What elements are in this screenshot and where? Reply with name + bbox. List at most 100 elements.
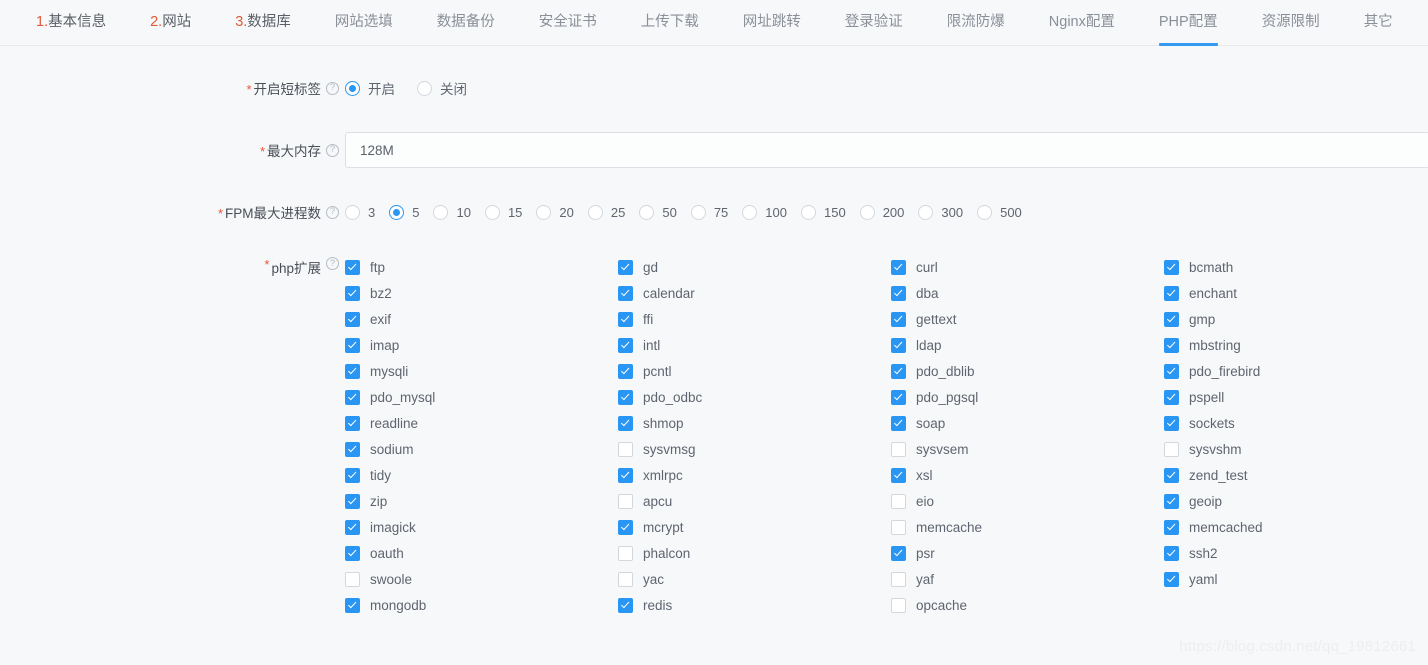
tab-2[interactable]: 2. 网站 [128, 0, 213, 45]
checkbox-pspell[interactable]: pspell [1164, 384, 1428, 410]
checkbox-phalcon[interactable]: phalcon [618, 540, 891, 566]
radio-fpm-50[interactable]: 50 [639, 204, 677, 220]
checkbox-pdo_dblib[interactable]: pdo_dblib [891, 358, 1164, 384]
checkbox-gettext[interactable]: gettext [891, 306, 1164, 332]
checkbox-curl[interactable]: curl [891, 254, 1164, 280]
checkbox-exif[interactable]: exif [345, 306, 618, 332]
tab-7[interactable]: 上传下载 [619, 0, 721, 45]
checkbox-label: sysvmsg [643, 441, 696, 457]
checkbox-readline[interactable]: readline [345, 410, 618, 436]
checkbox-pdo_firebird[interactable]: pdo_firebird [1164, 358, 1428, 384]
radio-short-tag-关闭[interactable]: 关闭 [417, 78, 467, 98]
checkbox-sodium[interactable]: sodium [345, 436, 618, 462]
help-icon[interactable]: ? [326, 143, 339, 157]
checkbox-icon [345, 571, 360, 587]
checkbox-ssh2[interactable]: ssh2 [1164, 540, 1428, 566]
radio-fpm-25[interactable]: 25 [587, 204, 625, 220]
checkbox-xsl[interactable]: xsl [891, 462, 1164, 488]
checkbox-enchant[interactable]: enchant [1164, 280, 1428, 306]
tab-1[interactable]: 1. 基本信息 [14, 0, 128, 45]
checkbox-mongodb[interactable]: mongodb [345, 592, 618, 618]
tab-11[interactable]: Nginx配置 [1027, 0, 1137, 45]
checkbox-icon [618, 363, 633, 379]
help-icon[interactable]: ? [326, 257, 339, 270]
label-max-memory: * 最大内存 ? [0, 140, 345, 160]
checkbox-ldap[interactable]: ldap [891, 332, 1164, 358]
checkbox-bz2[interactable]: bz2 [345, 280, 618, 306]
checkbox-sockets[interactable]: sockets [1164, 410, 1428, 436]
radio-fpm-100[interactable]: 100 [742, 204, 787, 220]
checkbox-oauth[interactable]: oauth [345, 540, 618, 566]
checkbox-sysvmsg[interactable]: sysvmsg [618, 436, 891, 462]
checkbox-icon [345, 259, 360, 275]
checkbox-opcache[interactable]: opcache [891, 592, 1164, 618]
tab-10[interactable]: 限流防爆 [925, 0, 1027, 45]
help-icon[interactable]: ? [326, 81, 339, 95]
checkbox-pdo_mysql[interactable]: pdo_mysql [345, 384, 618, 410]
radio-fpm-500[interactable]: 500 [977, 204, 1022, 220]
checkbox-imap[interactable]: imap [345, 332, 618, 358]
radio-short-tag-开启[interactable]: 开启 [345, 78, 395, 98]
checkbox-mysqli[interactable]: mysqli [345, 358, 618, 384]
checkbox-sysvshm[interactable]: sysvshm [1164, 436, 1428, 462]
checkbox-mcrypt[interactable]: mcrypt [618, 514, 891, 540]
radio-fpm-15[interactable]: 15 [484, 204, 522, 220]
checkbox-dba[interactable]: dba [891, 280, 1164, 306]
tab-12[interactable]: PHP配置 [1137, 0, 1240, 46]
checkbox-apcu[interactable]: apcu [618, 488, 891, 514]
checkbox-bcmath[interactable]: bcmath [1164, 254, 1428, 280]
checkbox-pdo_pgsql[interactable]: pdo_pgsql [891, 384, 1164, 410]
radio-fpm-200[interactable]: 200 [859, 204, 904, 220]
checkbox-ftp[interactable]: ftp [345, 254, 618, 280]
max-memory-input[interactable] [345, 132, 1428, 168]
tab-8[interactable]: 网址跳转 [721, 0, 823, 45]
tab-label: PHP配置 [1158, 14, 1218, 31]
checkbox-calendar[interactable]: calendar [618, 280, 891, 306]
checkbox-psr[interactable]: psr [891, 540, 1164, 566]
tab-13[interactable]: 资源限制 [1240, 0, 1342, 45]
checkbox-geoip[interactable]: geoip [1164, 488, 1428, 514]
checkbox-eio[interactable]: eio [891, 488, 1164, 514]
tab-3[interactable]: 3. 数据库 [213, 0, 313, 45]
checkbox-yaf[interactable]: yaf [891, 566, 1164, 592]
checkbox-pcntl[interactable]: pcntl [618, 358, 891, 384]
tab-6[interactable]: 安全证书 [517, 0, 619, 45]
checkbox-memcached[interactable]: memcached [1164, 514, 1428, 540]
checkbox-gd[interactable]: gd [618, 254, 891, 280]
checkbox-swoole[interactable]: swoole [345, 566, 618, 592]
tab-14[interactable]: 其它 [1342, 0, 1415, 45]
checkbox-zip[interactable]: zip [345, 488, 618, 514]
radio-fpm-3[interactable]: 3 [345, 204, 375, 220]
checkbox-soap[interactable]: soap [891, 410, 1164, 436]
tab-9[interactable]: 登录验证 [823, 0, 925, 45]
checkbox-redis[interactable]: redis [618, 592, 891, 618]
radio-fpm-20[interactable]: 20 [536, 204, 574, 220]
label-text: 开启短标签 [253, 82, 322, 97]
radio-fpm-75[interactable]: 75 [690, 204, 728, 220]
help-icon[interactable]: ? [326, 205, 339, 219]
radio-fpm-150[interactable]: 150 [800, 204, 846, 220]
checkbox-ffi[interactable]: ffi [618, 306, 891, 332]
checkbox-label: memcached [1189, 519, 1263, 535]
form-row-max-memory: * 最大内存 ? [0, 130, 1428, 170]
tab-5[interactable]: 数据备份 [415, 0, 517, 45]
radio-label: 5 [412, 204, 420, 220]
checkbox-zend_test[interactable]: zend_test [1164, 462, 1428, 488]
tab-4[interactable]: 网站选填 [313, 0, 415, 45]
radio-fpm-5[interactable]: 5 [389, 204, 420, 220]
checkbox-memcache[interactable]: memcache [891, 514, 1164, 540]
checkbox-yaml[interactable]: yaml [1164, 566, 1428, 592]
checkbox-mbstring[interactable]: mbstring [1164, 332, 1428, 358]
checkbox-intl[interactable]: intl [618, 332, 891, 358]
checkbox-yac[interactable]: yac [618, 566, 891, 592]
checkbox-imagick[interactable]: imagick [345, 514, 618, 540]
checkbox-sysvsem[interactable]: sysvsem [891, 436, 1164, 462]
checkbox-icon [345, 597, 360, 613]
radio-fpm-300[interactable]: 300 [918, 204, 963, 220]
radio-fpm-10[interactable]: 10 [433, 204, 471, 220]
checkbox-tidy[interactable]: tidy [345, 462, 618, 488]
checkbox-pdo_odbc[interactable]: pdo_odbc [618, 384, 891, 410]
checkbox-gmp[interactable]: gmp [1164, 306, 1428, 332]
checkbox-xmlrpc[interactable]: xmlrpc [618, 462, 891, 488]
checkbox-shmop[interactable]: shmop [618, 410, 891, 436]
